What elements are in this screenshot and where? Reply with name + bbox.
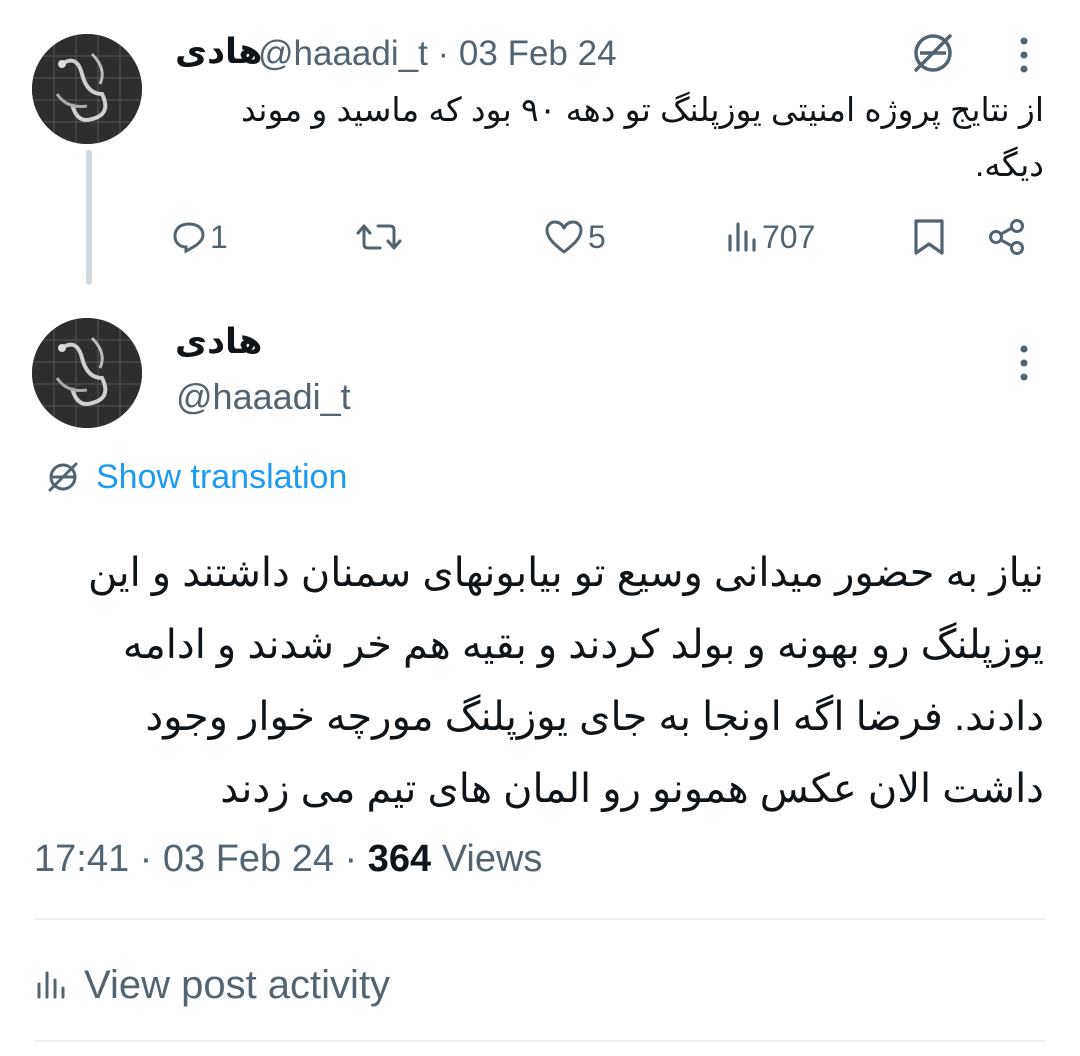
reply-icon	[173, 222, 205, 254]
views-button[interactable]: 707	[726, 212, 815, 262]
reply-count: 1	[210, 218, 228, 255]
author-handle-date[interactable]: @haaadi_t · 03 Feb 24	[258, 34, 617, 74]
retweet-button[interactable]	[356, 212, 402, 262]
show-translation-label: Show translation	[96, 457, 348, 496]
views-count: 707	[762, 218, 816, 255]
more-button[interactable]	[1016, 336, 1032, 390]
like-icon	[545, 220, 583, 254]
translate-icon	[48, 462, 78, 492]
more-icon	[1020, 37, 1028, 73]
thread-line	[86, 150, 92, 285]
retweet-icon	[356, 224, 402, 250]
divider	[34, 918, 1046, 920]
like-count: 5	[588, 218, 606, 255]
bookmark-icon	[914, 219, 944, 255]
view-post-activity-button[interactable]: View post activity	[36, 960, 390, 1010]
author-name[interactable]: هادی	[175, 32, 262, 72]
translate-button[interactable]	[906, 26, 960, 80]
divider	[34, 1040, 1046, 1042]
views-count: 364	[367, 838, 432, 880]
translate-icon	[914, 34, 952, 72]
analytics-icon	[37, 971, 65, 999]
like-button[interactable]: 5	[544, 212, 606, 262]
share-button[interactable]	[988, 212, 1026, 262]
avatar-image	[32, 34, 142, 144]
tweet-text: نیاز به حضور میدانی وسیع تو بیابونهای سم…	[88, 551, 1044, 811]
more-icon	[1020, 345, 1028, 381]
avatar[interactable]	[32, 34, 142, 144]
author-name[interactable]: هادی	[175, 322, 262, 362]
avatar[interactable]	[32, 318, 142, 428]
tweet-meta: 17:41 · 03 Feb 24 · 364 Views	[34, 838, 542, 881]
share-icon	[989, 219, 1024, 255]
more-button[interactable]	[1016, 28, 1032, 82]
view-post-activity-label: View post activity	[84, 962, 391, 1007]
bookmark-button[interactable]	[912, 212, 946, 262]
tweet-text: از نتایج پروژه امنیتی یوزپلنگ تو دهه ۹۰ …	[240, 91, 1044, 183]
time-date[interactable]: 17:41 · 03 Feb 24 ·	[34, 838, 368, 880]
author-handle[interactable]: @haaadi_t	[176, 376, 351, 418]
views-label: Views	[431, 838, 543, 880]
show-translation-link[interactable]: Show translation	[44, 454, 347, 500]
avatar-image	[32, 318, 142, 428]
views-icon	[728, 222, 756, 252]
reply-button[interactable]: 1	[172, 212, 228, 262]
